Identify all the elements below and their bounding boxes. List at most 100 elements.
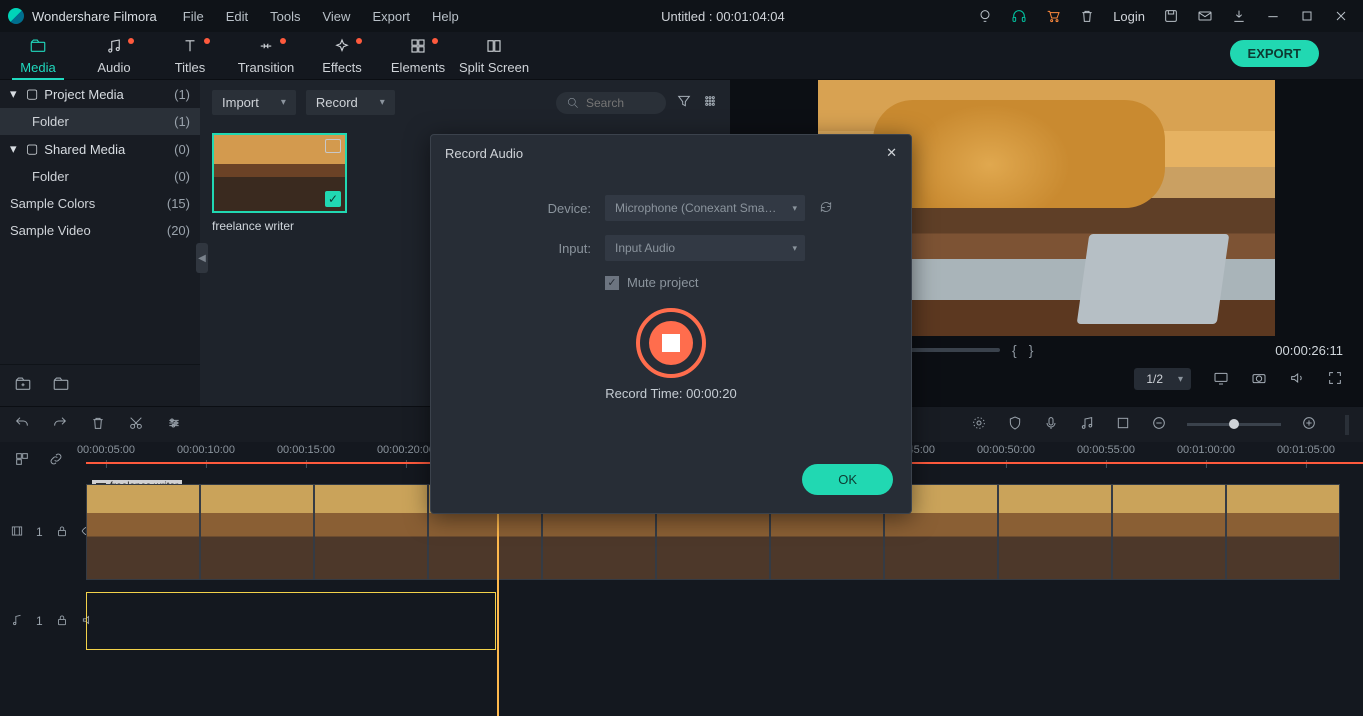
tab-audio[interactable]: Audio	[76, 32, 152, 80]
chevron-down-icon: ▾	[792, 203, 797, 214]
menu-help[interactable]: Help	[422, 5, 469, 28]
close-icon[interactable]: ✕	[886, 145, 897, 161]
zoom-handle[interactable]	[1229, 419, 1239, 429]
music-icon	[105, 37, 123, 58]
video-clip[interactable]	[1226, 484, 1340, 580]
download-icon[interactable]	[1231, 8, 1247, 24]
folder-icon[interactable]	[52, 375, 70, 396]
device-value: Microphone (Conexant SmartAu	[615, 201, 786, 215]
zoom-ratio-dropdown[interactable]: 1/2 ▾	[1134, 368, 1191, 390]
lock-icon[interactable]	[55, 524, 69, 541]
tab-effects[interactable]: Effects	[304, 32, 380, 80]
new-folder-icon[interactable]	[14, 375, 32, 396]
preview-time: 00:00:26:11	[1275, 343, 1343, 358]
music-icon[interactable]	[1079, 415, 1095, 434]
trash-icon[interactable]	[1079, 8, 1095, 24]
fullscreen-icon[interactable]	[1327, 370, 1343, 389]
menu-file[interactable]: File	[173, 5, 214, 28]
text-icon	[181, 37, 199, 58]
tab-elements[interactable]: Elements	[380, 32, 456, 80]
sidebar-group-shared-media[interactable]: ▾ ▢ Shared Media (0)	[0, 135, 200, 163]
crop-icon[interactable]	[1115, 415, 1131, 434]
import-dropdown[interactable]: Import▾	[212, 90, 296, 115]
input-label: Input:	[461, 241, 591, 256]
folder-icon: ▢	[26, 141, 38, 157]
refresh-icon[interactable]	[819, 200, 833, 217]
monitor-icon[interactable]	[1213, 370, 1229, 389]
idea-icon[interactable]	[977, 8, 993, 24]
save-icon[interactable]	[1163, 8, 1179, 24]
close-icon[interactable]	[1333, 8, 1349, 24]
search-box[interactable]	[556, 92, 666, 114]
input-select[interactable]: Input Audio▾	[605, 235, 805, 261]
mute-project-checkbox[interactable]: ✓ Mute project	[605, 275, 881, 290]
export-button[interactable]: EXPORT	[1230, 40, 1319, 67]
tab-transition[interactable]: Transition	[228, 32, 304, 80]
video-clip[interactable]	[200, 484, 314, 580]
cut-icon[interactable]	[128, 415, 144, 434]
link-icon[interactable]	[48, 451, 64, 470]
audio-track: 1	[0, 586, 1363, 656]
delete-icon[interactable]	[90, 415, 106, 434]
video-clip[interactable]	[998, 484, 1112, 580]
headphones-icon[interactable]	[1011, 8, 1027, 24]
zoom-in-icon[interactable]	[1301, 415, 1317, 434]
camera-icon[interactable]	[1251, 370, 1267, 389]
tab-split-screen[interactable]: Split Screen	[456, 32, 532, 80]
ok-button[interactable]: OK	[802, 464, 893, 495]
cart-icon[interactable]	[1045, 8, 1061, 24]
sidebar-item-sample-video[interactable]: Sample Video (20)	[0, 217, 200, 244]
mic-icon[interactable]	[1043, 415, 1059, 434]
app-name: Wondershare Filmora	[32, 9, 165, 24]
minimize-icon[interactable]	[1265, 8, 1281, 24]
ruler-stub	[0, 442, 86, 478]
menu-view[interactable]: View	[312, 5, 360, 28]
settings-icon[interactable]	[166, 415, 182, 434]
tab-media[interactable]: Media	[0, 32, 76, 80]
volume-icon[interactable]	[1289, 370, 1305, 389]
media-thumbnail[interactable]: ✓ freelance writer	[212, 133, 347, 233]
zoom-slider[interactable]	[1187, 423, 1281, 426]
sidebar-item-sample-colors[interactable]: Sample Colors (15)	[0, 190, 200, 217]
color-icon[interactable]	[971, 415, 987, 434]
mark-out-icon[interactable]: }	[1029, 342, 1034, 358]
chevron-down-icon: ▾	[1178, 374, 1183, 385]
mail-icon[interactable]	[1197, 8, 1213, 24]
zoom-out-icon[interactable]	[1151, 415, 1167, 434]
zoom-ratio-label: 1/2	[1146, 372, 1163, 386]
sidebar-group-project-media[interactable]: ▾ ▢ Project Media (1)	[0, 80, 200, 108]
sidebar-item-label: Folder	[10, 169, 69, 184]
login-link[interactable]: Login	[1113, 9, 1145, 24]
search-input[interactable]	[586, 96, 656, 110]
record-stop-button[interactable]	[636, 308, 706, 378]
sidebar-collapse-handle[interactable]: ◀	[196, 243, 208, 273]
notification-dot-icon	[356, 38, 362, 44]
undo-icon[interactable]	[14, 415, 30, 434]
video-clip[interactable]	[86, 484, 200, 580]
menu-edit[interactable]: Edit	[216, 5, 258, 28]
select-mode-icon[interactable]	[14, 451, 30, 470]
tab-titles[interactable]: Titles	[152, 32, 228, 80]
mark-in-icon[interactable]: {	[1012, 342, 1017, 358]
shield-icon[interactable]	[1007, 415, 1023, 434]
device-select[interactable]: Microphone (Conexant SmartAu ▾	[605, 195, 805, 221]
menu-export[interactable]: Export	[362, 5, 420, 28]
video-clip[interactable]	[314, 484, 428, 580]
maximize-icon[interactable]	[1299, 8, 1315, 24]
sidebar-item-folder[interactable]: Folder (1)	[0, 108, 200, 135]
video-clip[interactable]	[1112, 484, 1226, 580]
sidebar-item-folder-shared[interactable]: Folder (0)	[0, 163, 200, 190]
audio-clip[interactable]	[86, 592, 496, 650]
menu-tools[interactable]: Tools	[260, 5, 310, 28]
lock-icon[interactable]	[55, 613, 69, 630]
record-dropdown[interactable]: Record▾	[306, 90, 395, 115]
film-icon	[10, 524, 24, 541]
redo-icon[interactable]	[52, 415, 68, 434]
sidebar-item-label: Folder	[10, 114, 69, 129]
dialog-footer: OK	[431, 452, 911, 513]
fit-icon[interactable]	[1345, 415, 1349, 435]
audio-clip-row[interactable]	[86, 586, 1363, 656]
sidebar-group-count: (1)	[174, 87, 190, 102]
filter-icon[interactable]	[676, 93, 692, 112]
grid-view-icon[interactable]	[702, 93, 718, 112]
